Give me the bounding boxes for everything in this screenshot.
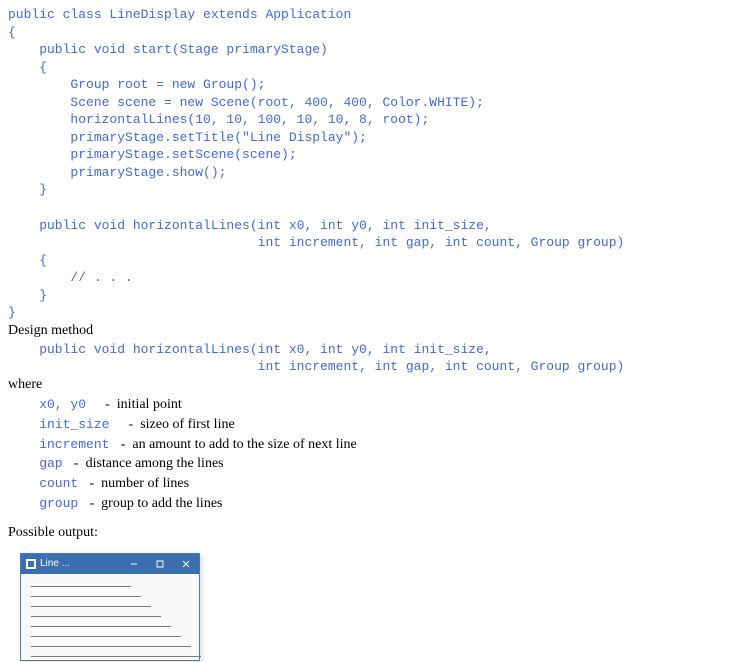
signature-line: public void horizontalLines(int x0, int …: [8, 341, 734, 359]
param-desc: - number of lines: [86, 476, 189, 491]
horizontal-line: [31, 646, 191, 647]
code-line: public void horizontalLines(int x0, int …: [8, 217, 734, 235]
horizontal-line: [31, 596, 141, 597]
maximize-button[interactable]: [147, 554, 173, 574]
code-line: Scene scene = new Scene(root, 400, 400, …: [8, 94, 734, 112]
code-line: }: [8, 287, 734, 305]
param-line: group - group to add the lines: [8, 494, 734, 514]
code-line: primaryStage.setScene(scene);: [8, 146, 734, 164]
param-name: increment: [8, 437, 117, 452]
output-window: Line ...: [20, 553, 200, 661]
window-title: Line ...: [40, 558, 72, 569]
param-line: increment - an amount to add to the size…: [8, 435, 734, 455]
code-line: public class LineDisplay extends Applica…: [8, 6, 734, 24]
minimize-button[interactable]: [121, 554, 147, 574]
horizontal-line: [31, 626, 171, 627]
code-line: }: [8, 181, 734, 199]
code-line: horizontalLines(10, 10, 100, 10, 10, 8, …: [8, 111, 734, 129]
horizontal-line: [31, 606, 151, 607]
design-method-heading: Design method: [8, 322, 734, 341]
code-line: {: [8, 59, 734, 77]
app-icon: [25, 558, 36, 569]
param-name: x0, y0: [8, 397, 102, 412]
code-line: // . . .: [8, 269, 734, 287]
code-blank: [8, 199, 734, 217]
title-bar: Line ...: [21, 554, 199, 574]
param-name: gap: [8, 456, 70, 471]
horizontal-line: [31, 586, 131, 587]
code-line: public void start(Stage primaryStage): [8, 41, 734, 59]
where-heading: where: [8, 376, 734, 395]
close-button[interactable]: [173, 554, 199, 574]
minimize-icon: [130, 560, 138, 568]
code-line: Group root = new Group();: [8, 76, 734, 94]
param-name: group: [8, 496, 86, 511]
param-desc: - distance among the lines: [70, 456, 223, 471]
param-desc: - group to add the lines: [86, 496, 222, 511]
param-line: x0, y0 - initial point: [8, 395, 734, 415]
param-desc: - an amount to add to the size of next l…: [117, 437, 357, 452]
code-line: {: [8, 24, 734, 42]
close-icon: [182, 560, 190, 568]
possible-output-heading: Possible output:: [8, 524, 734, 543]
code-line: int increment, int gap, int count, Group…: [8, 234, 734, 252]
horizontal-line: [31, 616, 161, 617]
param-desc: - initial point: [102, 397, 182, 412]
client-area: [21, 574, 199, 660]
code-line: primaryStage.show();: [8, 164, 734, 182]
param-line: count - number of lines: [8, 474, 734, 494]
horizontal-line: [31, 656, 201, 657]
signature-line: int increment, int gap, int count, Group…: [8, 358, 734, 376]
param-line: init_size - sizeo of first line: [8, 415, 734, 435]
code-line: {: [8, 252, 734, 270]
param-name: count: [8, 476, 86, 491]
param-name: init_size: [8, 417, 125, 432]
param-line: gap - distance among the lines: [8, 454, 734, 474]
maximize-icon: [156, 560, 164, 568]
code-line: primaryStage.setTitle("Line Display");: [8, 129, 734, 147]
param-desc: - sizeo of first line: [125, 417, 235, 432]
code-line: }: [8, 304, 734, 322]
horizontal-line: [31, 636, 181, 637]
